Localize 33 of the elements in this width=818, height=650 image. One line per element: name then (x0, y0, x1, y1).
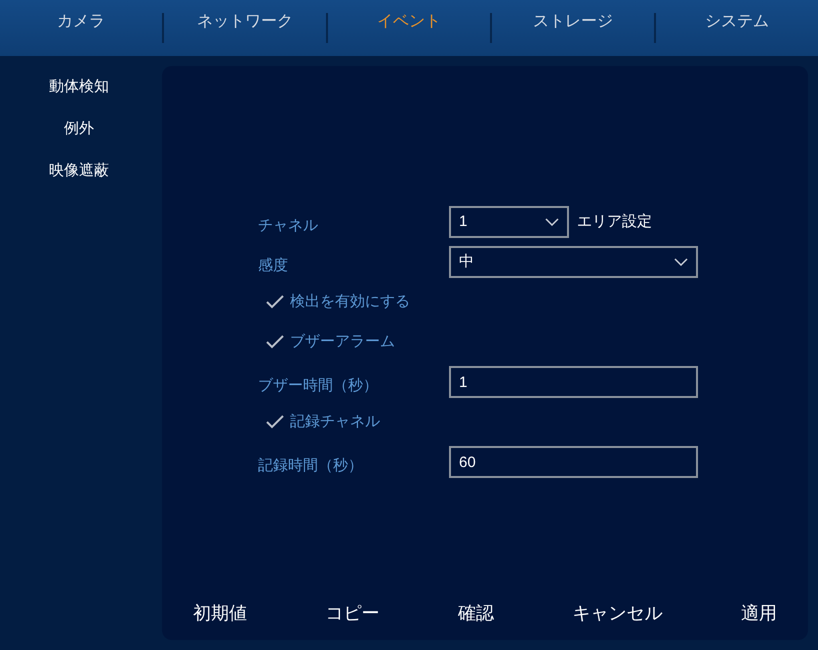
nav-tab[interactable]: ネットワーク (164, 0, 326, 56)
checkbox[interactable] (266, 295, 284, 309)
chevron-down-icon (545, 218, 559, 226)
checkmark-icon (266, 335, 284, 349)
nav-tab[interactable]: システム (656, 0, 818, 56)
sidebar-item[interactable]: 例外 (64, 108, 94, 150)
field-label: 記録時間（秒） (258, 456, 364, 476)
action-button[interactable]: 確認 (458, 598, 494, 628)
action-button[interactable]: 初期値 (193, 598, 247, 628)
nav-tab[interactable]: ストレージ (492, 0, 654, 56)
action-button[interactable]: コピー (326, 598, 380, 628)
input-field[interactable]: 1 (449, 366, 698, 398)
action-button[interactable]: キャンセル (572, 598, 662, 628)
checkmark-icon (266, 415, 284, 429)
checkmark-icon (266, 295, 284, 309)
nav-tab[interactable]: イベント (328, 0, 490, 56)
field-label: チャネル (258, 216, 319, 236)
checkbox-label: 記録チャネル (290, 412, 380, 432)
field-label: ブザー時間（秒） (258, 376, 379, 396)
chevron-down-icon (674, 258, 688, 266)
field-label: 感度 (258, 256, 289, 276)
nav-tab[interactable]: カメラ (0, 0, 162, 56)
sidebar-item[interactable]: 動体検知 (49, 66, 109, 108)
dropdown[interactable]: 1 (449, 206, 569, 238)
area-settings-link[interactable]: エリア設定 (577, 210, 652, 234)
action-button[interactable]: 適用 (741, 598, 777, 628)
dropdown[interactable]: 中 (449, 246, 698, 278)
checkbox[interactable] (266, 415, 284, 429)
sidebar-item[interactable]: 映像遮蔽 (49, 150, 109, 192)
checkbox-label: 検出を有効にする (290, 292, 410, 312)
checkbox[interactable] (266, 335, 284, 349)
input-field[interactable]: 60 (449, 446, 698, 478)
checkbox-label: ブザーアラーム (290, 332, 395, 352)
